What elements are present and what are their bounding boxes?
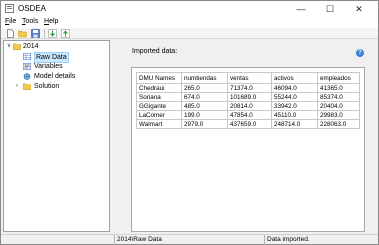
variables-icon bbox=[23, 63, 32, 71]
column-header[interactable]: ventas bbox=[227, 72, 272, 84]
table-cell[interactable]: 101689.0 bbox=[227, 92, 272, 102]
table-cell[interactable]: GGigante bbox=[136, 101, 182, 111]
import-down-icon[interactable] bbox=[48, 29, 57, 38]
status-path: 2014\Raw Data bbox=[114, 235, 262, 245]
window-title: OSDEA bbox=[18, 4, 47, 13]
detail-pane: Imported data: ? DMU Names numtiendas ve… bbox=[115, 40, 373, 232]
table-cell[interactable]: 437659.0 bbox=[227, 119, 272, 129]
tree-item-raw-data[interactable]: Raw Data bbox=[23, 52, 83, 63]
table-cell[interactable]: 228063.0 bbox=[317, 119, 360, 129]
app-icon bbox=[5, 4, 14, 13]
title-bar[interactable]: OSDEA — ☐ ✕ bbox=[1, 1, 378, 17]
table-cell[interactable]: 47854.0 bbox=[227, 110, 272, 120]
table-cell[interactable]: 20404.0 bbox=[317, 101, 360, 111]
tree-item-solution[interactable]: › Solution bbox=[14, 82, 84, 91]
table-header-row: DMU Names numtiendas ventas activos empl… bbox=[136, 72, 360, 84]
table-cell[interactable]: 199.0 bbox=[181, 110, 228, 120]
section-title: Imported data: bbox=[132, 48, 178, 55]
imported-data-table: DMU Names numtiendas ventas activos empl… bbox=[136, 72, 360, 129]
column-header[interactable]: activos bbox=[271, 72, 318, 84]
save-icon[interactable] bbox=[31, 29, 40, 38]
column-header[interactable]: DMU Names bbox=[136, 72, 182, 84]
menu-file[interactable]: File bbox=[5, 18, 16, 25]
table-cell[interactable]: 2979.0 bbox=[181, 119, 228, 129]
status-message: Data imported. bbox=[264, 235, 376, 245]
menu-bar: File Tools Help bbox=[1, 17, 378, 28]
export-up-icon[interactable] bbox=[61, 29, 70, 38]
tree-item-label: Variables bbox=[34, 63, 63, 70]
table-cell[interactable]: 33942.0 bbox=[271, 101, 318, 111]
open-folder-icon[interactable] bbox=[18, 29, 27, 38]
table-cell[interactable]: 29983.0 bbox=[317, 110, 360, 120]
app-window: OSDEA — ☐ ✕ File Tools Help ∨ 2014 Raw D… bbox=[0, 0, 379, 245]
table-cell[interactable]: 265.0 bbox=[181, 83, 228, 93]
tree-item-label: Model details bbox=[34, 73, 76, 80]
tree-item-label: Solution bbox=[34, 83, 60, 90]
table-row[interactable]: GGigante 485.0 20814.0 33942.0 20404.0 bbox=[136, 101, 360, 111]
status-bar: 2014\Raw Data Data imported. bbox=[1, 234, 378, 245]
tree-item-variables[interactable]: Variables bbox=[23, 62, 83, 71]
table-cell[interactable]: Chedraui bbox=[136, 83, 182, 93]
solution-folder-icon bbox=[23, 83, 31, 90]
raw-data-icon bbox=[23, 53, 32, 61]
expand-chevron-icon[interactable]: › bbox=[14, 82, 20, 91]
menu-tools[interactable]: Tools bbox=[22, 18, 38, 25]
table-cell[interactable]: 46094.0 bbox=[271, 83, 318, 93]
menu-help[interactable]: Help bbox=[44, 18, 58, 25]
table-cell[interactable]: 55244.0 bbox=[271, 92, 318, 102]
table-cell[interactable]: 45110.0 bbox=[271, 110, 318, 120]
model-details-icon bbox=[23, 73, 31, 80]
table-cell[interactable]: 248714.0 bbox=[271, 119, 318, 129]
toolbar-separator bbox=[44, 29, 45, 38]
tree-item-model-details[interactable]: Model details bbox=[23, 72, 93, 81]
data-table-container[interactable]: DMU Names numtiendas ventas activos empl… bbox=[131, 67, 365, 232]
table-cell[interactable]: 20814.0 bbox=[227, 101, 272, 111]
close-button[interactable]: ✕ bbox=[345, 1, 373, 17]
status-left bbox=[4, 235, 112, 245]
table-row[interactable]: LaComer 199.0 47854.0 45110.0 29983.0 bbox=[136, 110, 360, 120]
new-file-icon[interactable] bbox=[6, 29, 15, 38]
table-cell[interactable]: Soriana bbox=[136, 92, 182, 102]
table-row[interactable]: Chedraui 265.0 71374.0 46094.0 41365.0 bbox=[136, 83, 360, 93]
table-cell[interactable]: 674.0 bbox=[181, 92, 228, 102]
table-row[interactable]: Soriana 674.0 101689.0 55244.0 85374.0 bbox=[136, 92, 360, 102]
table-cell[interactable]: LaComer bbox=[136, 110, 182, 120]
tree-node-root[interactable]: ∨ 2014 bbox=[6, 42, 106, 51]
folder-icon bbox=[13, 43, 21, 50]
project-tree: ∨ 2014 Raw Data Variables Model details bbox=[3, 40, 110, 232]
maximize-button[interactable]: ☐ bbox=[316, 1, 344, 17]
table-cell[interactable]: Walmart bbox=[136, 119, 182, 129]
minimize-button[interactable]: — bbox=[287, 1, 315, 17]
table-cell[interactable]: 485.0 bbox=[181, 101, 228, 111]
collapse-chevron-icon[interactable]: ∨ bbox=[6, 42, 12, 51]
column-header[interactable]: numtiendas bbox=[181, 72, 228, 84]
tree-root-label: 2014 bbox=[23, 43, 39, 50]
help-icon[interactable]: ? bbox=[356, 49, 364, 57]
column-header[interactable]: empleados bbox=[317, 72, 360, 84]
toolbar bbox=[1, 28, 378, 39]
table-cell[interactable]: 71374.0 bbox=[227, 83, 272, 93]
table-row[interactable]: Walmart 2979.0 437659.0 248714.0 228063.… bbox=[136, 119, 360, 129]
table-cell[interactable]: 41365.0 bbox=[317, 83, 360, 93]
table-cell[interactable]: 85374.0 bbox=[317, 92, 360, 102]
